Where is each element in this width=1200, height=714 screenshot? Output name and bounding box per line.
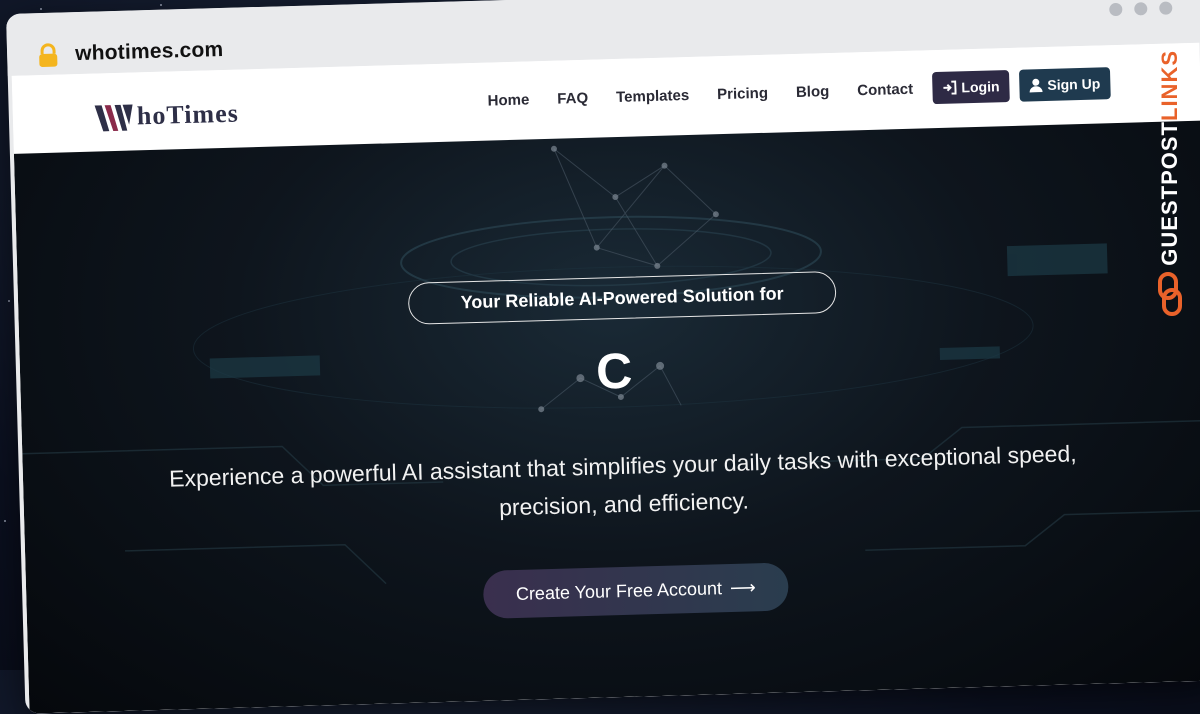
watermark-text: GUESTPOSTLINKS	[1157, 50, 1182, 266]
website-viewport: hoTimes Home FAQ Templates Pricing Blog …	[11, 42, 1200, 714]
window-dot-icon[interactable]	[1109, 2, 1123, 17]
login-button[interactable]: Login	[931, 70, 1010, 105]
window-controls	[1109, 1, 1173, 17]
hero-section: Your Reliable AI-Powered Solution for C …	[13, 120, 1200, 714]
url-text[interactable]: whotimes.com	[75, 38, 224, 66]
sign-in-icon	[943, 80, 957, 95]
login-label: Login	[961, 78, 1000, 96]
menu-item-blog[interactable]: Blog	[796, 83, 830, 101]
lock-icon	[39, 43, 58, 68]
window-dot-icon[interactable]	[1134, 2, 1148, 16]
user-icon	[1029, 78, 1043, 93]
chain-link-icon	[1158, 271, 1182, 316]
guestpostlinks-watermark: GUESTPOSTLINKS	[1140, 50, 1200, 360]
create-account-button[interactable]: Create Your Free Account ⟶	[482, 562, 789, 619]
logo-w-icon	[94, 104, 133, 132]
menu-item-home[interactable]: Home	[487, 91, 529, 109]
cta-label: Create Your Free Account	[515, 577, 723, 604]
menu-item-pricing[interactable]: Pricing	[717, 85, 768, 103]
main-menu: Home FAQ Templates Pricing Blog Contact	[487, 81, 913, 110]
window-dot-icon[interactable]	[1159, 1, 1173, 15]
menu-item-contact[interactable]: Contact	[857, 81, 913, 100]
signup-label: Sign Up	[1047, 75, 1101, 93]
ai-network-background	[22, 145, 1200, 585]
menu-item-faq[interactable]: FAQ	[557, 90, 588, 108]
arrow-right-icon: ⟶	[729, 576, 757, 598]
site-logo[interactable]: hoTimes	[92, 98, 239, 134]
browser-window: whotimes.com hoTimes Home FAQ Templates	[6, 0, 1200, 714]
logo-text: hoTimes	[136, 98, 240, 131]
menu-item-templates[interactable]: Templates	[616, 87, 690, 106]
signup-button[interactable]: Sign Up	[1018, 67, 1111, 102]
